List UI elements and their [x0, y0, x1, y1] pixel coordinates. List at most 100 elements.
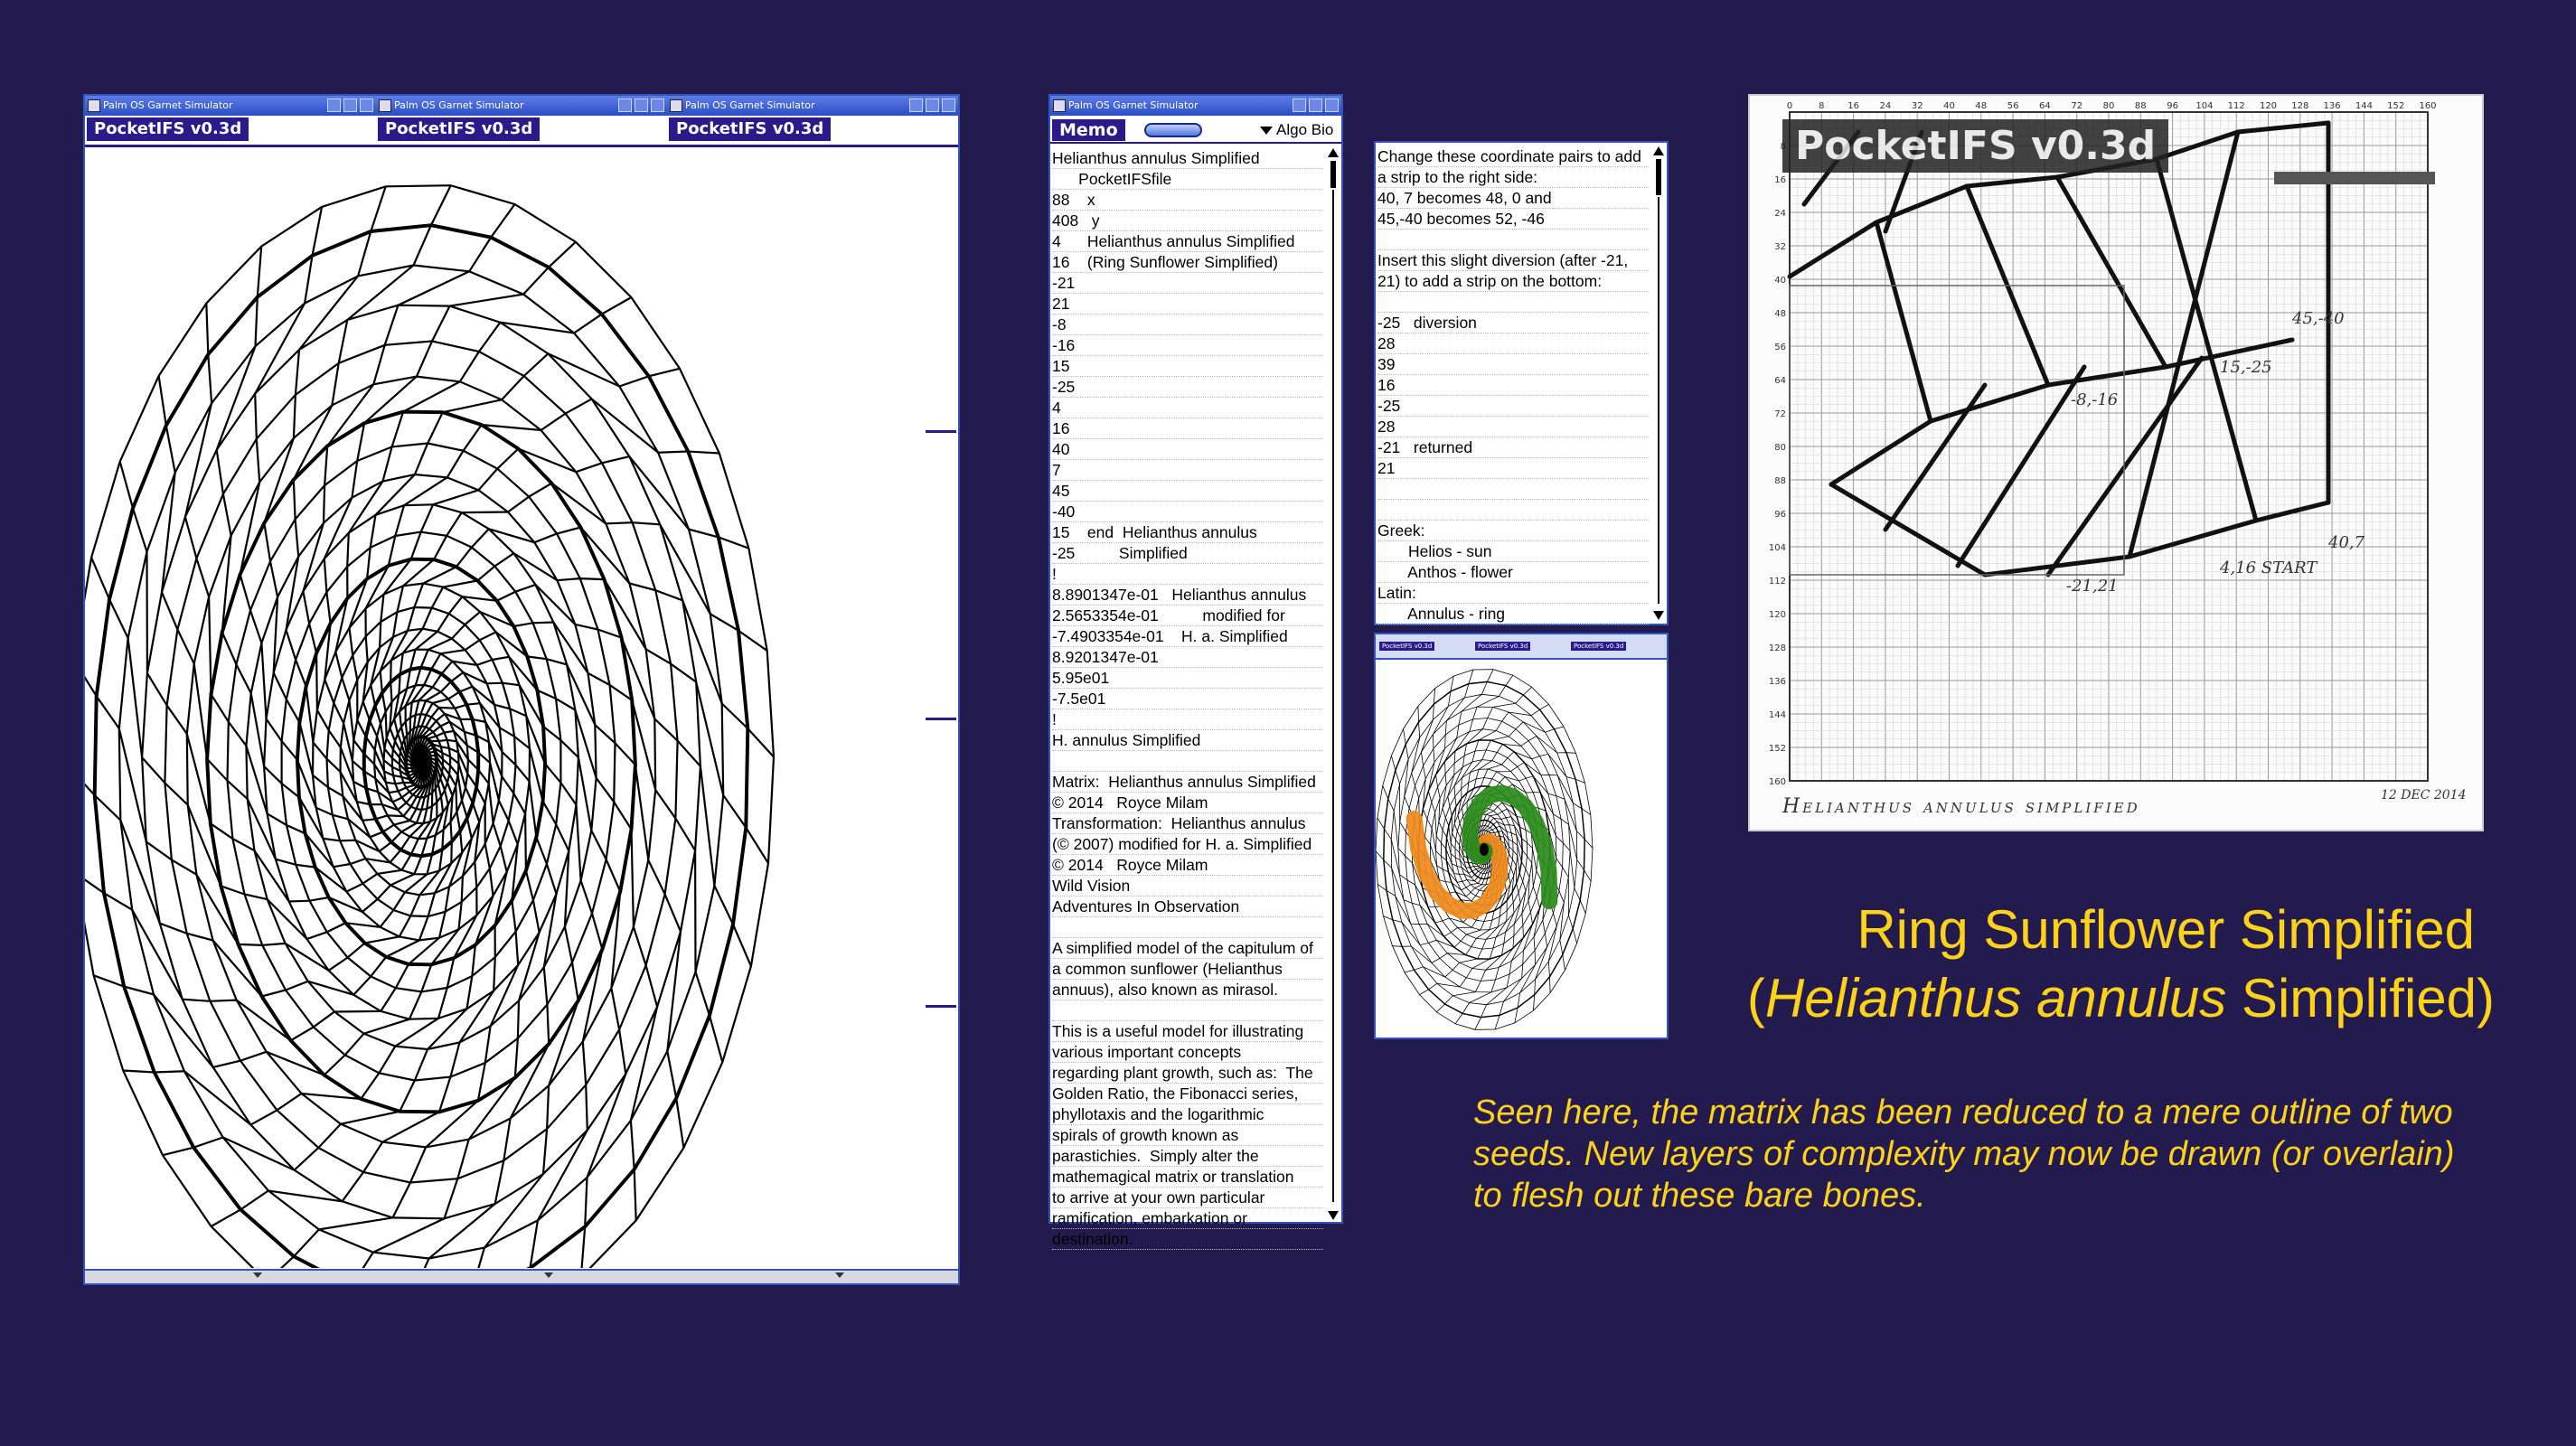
memo-line: 4	[1052, 398, 1323, 418]
sketch-footer-title: Helianthus annulus simplified	[1782, 795, 2140, 818]
sim-window-3[interactable]: Palm OS Garnet Simulator PocketIFS v0.3d	[667, 96, 958, 146]
memo-line	[1052, 1000, 1323, 1021]
chevron-down-icon	[1260, 127, 1273, 135]
note-line	[1377, 292, 1649, 313]
maximize-icon[interactable]	[343, 99, 357, 112]
sketch-inner-box	[1789, 285, 2125, 576]
maximize-icon[interactable]	[635, 99, 648, 112]
side-tick-2	[926, 718, 956, 720]
close-icon[interactable]	[1325, 99, 1339, 112]
note-line	[1377, 479, 1649, 500]
minimize-icon[interactable]	[327, 99, 341, 112]
minimize-icon[interactable]	[1293, 99, 1306, 112]
top-tick-label: 112	[2228, 101, 2245, 111]
note-line: Helios - sun	[1377, 541, 1649, 562]
thumb-tabbar: PocketIFS v0.3d PocketIFS v0.3d PocketIF…	[1376, 634, 1667, 660]
memo-line: -40	[1052, 502, 1323, 522]
note-line: 28	[1377, 417, 1649, 437]
memo-line: Wild Vision	[1052, 876, 1323, 897]
spiral-canvas	[85, 184, 776, 1268]
memo-scrollbar[interactable]	[1327, 148, 1341, 1220]
app-icon	[1053, 99, 1066, 112]
left-tick-label: 120	[1769, 610, 1786, 620]
sketch-annotation-c: 45,-40	[2291, 309, 2345, 328]
left-tick-label: 64	[1774, 376, 1786, 386]
chevron-down-icon[interactable]	[544, 1272, 553, 1278]
memo-line	[1052, 751, 1323, 772]
thumb-tab-2[interactable]: PocketIFS v0.3d	[1475, 642, 1531, 651]
top-tick-label: 96	[2167, 101, 2178, 111]
left-tick-label: 136	[1769, 677, 1786, 687]
memo-line: This is a useful model for illustrating	[1052, 1021, 1323, 1042]
left-tick-label: 16	[1774, 175, 1786, 185]
memo-line: Matrix: Helianthus annulus Simplified	[1052, 772, 1323, 793]
chevron-down-icon[interactable]	[835, 1272, 844, 1278]
app-icon	[88, 99, 100, 112]
scroll-up-icon[interactable]	[1653, 146, 1664, 155]
note-scrollbar[interactable]	[1652, 146, 1667, 620]
memo-line: 21	[1052, 294, 1323, 315]
note-body[interactable]: Change these coordinate pairs to add a st…	[1377, 146, 1649, 624]
thumbnail-window[interactable]: PocketIFS v0.3d PocketIFS v0.3d PocketIF…	[1374, 633, 1669, 1039]
close-icon[interactable]	[651, 99, 664, 112]
chevron-down-icon[interactable]	[253, 1272, 262, 1278]
side-tick-3	[926, 1005, 956, 1008]
app-tab-3[interactable]: PocketIFS v0.3d	[669, 117, 832, 141]
memo-body[interactable]: Helianthus annulus Simplified PocketIFSf…	[1052, 148, 1323, 1250]
top-tick-label: 24	[1880, 101, 1892, 111]
scroll-down-icon[interactable]	[1328, 1211, 1339, 1220]
maximize-icon[interactable]	[926, 99, 939, 112]
close-icon[interactable]	[360, 99, 373, 112]
memo-line: -16	[1052, 335, 1323, 356]
sketch-annotation-d: 40,7	[2327, 533, 2365, 552]
note-line: 21) to add a strip on the bottom:	[1377, 271, 1649, 292]
sim-window-1[interactable]: Palm OS Garnet Simulator PocketIFS v0.3d	[85, 96, 376, 146]
left-tick-label: 32	[1774, 242, 1786, 252]
sim-title-3: Palm OS Garnet Simulator	[685, 99, 815, 111]
caption-body: Seen here, the matrix has been reduced t…	[1473, 1092, 2504, 1216]
close-icon[interactable]	[942, 99, 955, 112]
memo-titlebar[interactable]: Palm OS Garnet Simulator	[1050, 96, 1341, 116]
subtitle-open: (	[1746, 968, 1765, 1028]
top-tick-label: 72	[2071, 101, 2082, 111]
top-tick-label: 16	[1847, 101, 1859, 111]
top-tick-label: 88	[2135, 101, 2147, 111]
app-icon	[379, 99, 391, 112]
thumb-tab-3[interactable]: PocketIFS v0.3d	[1571, 642, 1627, 651]
minimize-icon[interactable]	[909, 99, 923, 112]
left-tick-label: 48	[1774, 309, 1786, 319]
sketch-annotation-a: -8,-16	[2071, 390, 2118, 409]
scroll-thumb[interactable]	[1330, 161, 1336, 188]
thumb-tab-1[interactable]: PocketIFS v0.3d	[1379, 642, 1435, 651]
sketch-canvas: 0 8 16 24 32 40 48 56 64 72 80 88 96 104 112 120 128 136 1…	[1769, 101, 2437, 787]
spiral-arm	[239, 206, 428, 839]
sim-titlebar-2[interactable]: Palm OS Garnet Simulator	[376, 96, 667, 116]
scroll-track	[1658, 197, 1659, 604]
spiral-arm	[323, 240, 577, 794]
left-tick-label: 40	[1774, 276, 1786, 286]
memo-header-rule	[1050, 142, 1341, 144]
note-window[interactable]: Change these coordinate pairs to add a st…	[1374, 141, 1669, 625]
minimize-icon[interactable]	[618, 99, 632, 112]
memo-line: spirals of growth known as	[1052, 1125, 1323, 1146]
sketch-annotation-b: 15,-25	[2220, 358, 2272, 377]
memo-line: -25	[1052, 377, 1323, 398]
sim-window-2[interactable]: Palm OS Garnet Simulator PocketIFS v0.3d	[376, 96, 667, 146]
top-tick-label: 144	[2355, 101, 2373, 111]
memo-line: 15	[1052, 356, 1323, 377]
category-dropdown[interactable]: Algo Bio	[1258, 119, 1341, 141]
memo-app-tab[interactable]: Memo	[1052, 119, 1125, 141]
left-tick-label: 80	[1774, 443, 1786, 453]
top-tick-label: 152	[2387, 101, 2404, 111]
scroll-thumb[interactable]	[1656, 159, 1661, 195]
memo-window[interactable]: Palm OS Garnet Simulator Memo Algo Bio H…	[1048, 94, 1343, 1250]
memo-line: 2.5653354e-01 modified for	[1052, 606, 1323, 626]
sim-titlebar-3[interactable]: Palm OS Garnet Simulator	[667, 96, 958, 116]
sim-titlebar-1[interactable]: Palm OS Garnet Simulator	[85, 96, 376, 116]
app-tab-1[interactable]: PocketIFS v0.3d	[87, 117, 249, 141]
memo-line	[1052, 917, 1323, 938]
maximize-icon[interactable]	[1309, 99, 1322, 112]
scroll-up-icon[interactable]	[1328, 148, 1339, 157]
app-tab-2[interactable]: PocketIFS v0.3d	[378, 117, 541, 141]
scroll-down-icon[interactable]	[1653, 611, 1664, 620]
